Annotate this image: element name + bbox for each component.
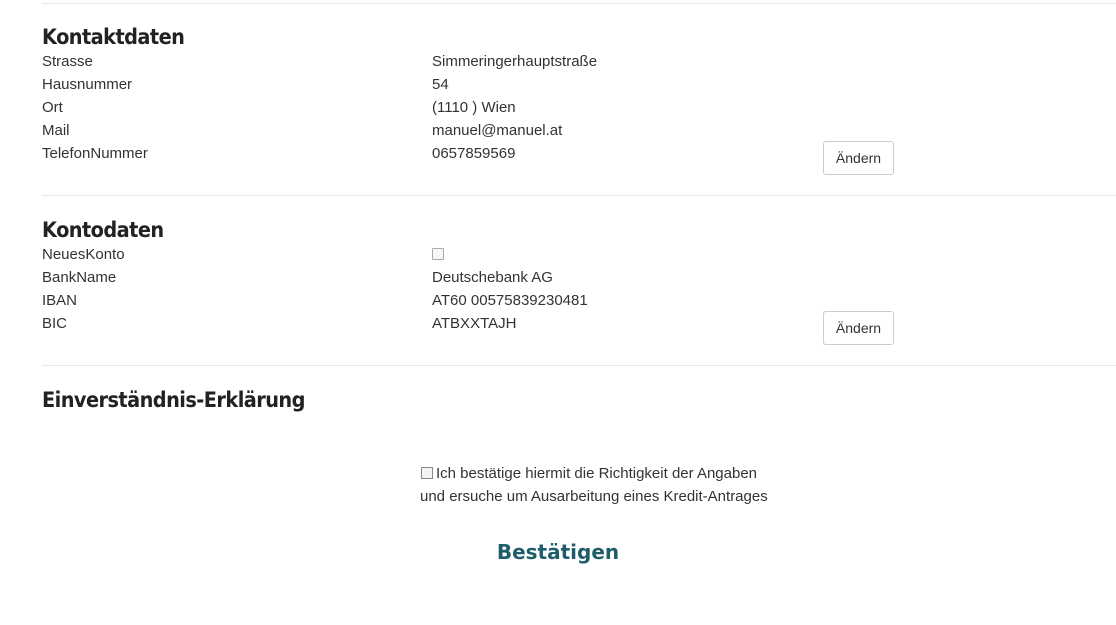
house-number-label: Hausnummer: [42, 76, 133, 93]
new-account-label: NeuesKonto: [42, 246, 125, 263]
edit-contact-button[interactable]: Ändern: [823, 141, 894, 175]
city-label: Ort: [42, 99, 63, 116]
bank-name-label: BankName: [42, 269, 117, 286]
confirm-button-wrapper: Bestätigen: [0, 540, 1116, 564]
phone-label: TelefonNummer: [42, 145, 148, 162]
account-row-bank-name: BankName Deutschebank AG: [42, 266, 942, 289]
account-row-new-account: NeuesKonto: [42, 243, 942, 266]
contact-section-title: Kontaktdaten: [42, 25, 185, 49]
contact-row-city: Ort (1110 ) Wien: [42, 96, 942, 119]
top-divider: [42, 3, 1116, 4]
consent-checkbox[interactable]: [421, 467, 433, 479]
consent-text-line2: und ersuche um Ausarbeitung eines Kredit…: [420, 488, 768, 505]
contact-row-mail: Mail manuel@manuel.at: [42, 119, 942, 142]
consent-section-title: Einverständnis-Erklärung: [42, 388, 305, 412]
page: Kontaktdaten Strasse Simmeringerhauptstr…: [0, 0, 1116, 625]
bic-value: ATBXXTAJH: [432, 315, 517, 332]
confirm-button[interactable]: Bestätigen: [497, 540, 619, 564]
bank-name-value: Deutschebank AG: [432, 269, 553, 286]
mail-value: manuel@manuel.at: [432, 122, 563, 139]
contact-row-street: Strasse Simmeringerhauptstraße: [42, 50, 942, 73]
consent-text-line1: Ich bestätige hiermit die Richtigkeit de…: [436, 465, 758, 482]
iban-label: IBAN: [42, 292, 78, 309]
account-row-bic: BIC ATBXXTAJH: [42, 312, 942, 335]
contact-row-house-number: Hausnummer 54: [42, 73, 942, 96]
bic-label: BIC: [42, 315, 68, 332]
street-value: Simmeringerhauptstraße: [432, 53, 598, 70]
phone-value: 0657859569: [432, 145, 516, 162]
iban-value: AT60 00575839230481: [432, 292, 588, 309]
account-divider: [42, 365, 1116, 366]
house-number-value: 54: [432, 76, 449, 93]
contact-divider: [42, 195, 1116, 196]
city-value: (1110 ) Wien: [432, 99, 516, 116]
account-row-iban: IBAN AT60 00575839230481: [42, 289, 942, 312]
account-section-title: Kontodaten: [42, 218, 164, 242]
contact-row-phone: TelefonNummer 0657859569: [42, 142, 942, 165]
mail-label: Mail: [42, 122, 70, 139]
new-account-checkbox[interactable]: [432, 248, 444, 260]
edit-account-button[interactable]: Ändern: [823, 311, 894, 345]
street-label: Strasse: [42, 53, 93, 70]
